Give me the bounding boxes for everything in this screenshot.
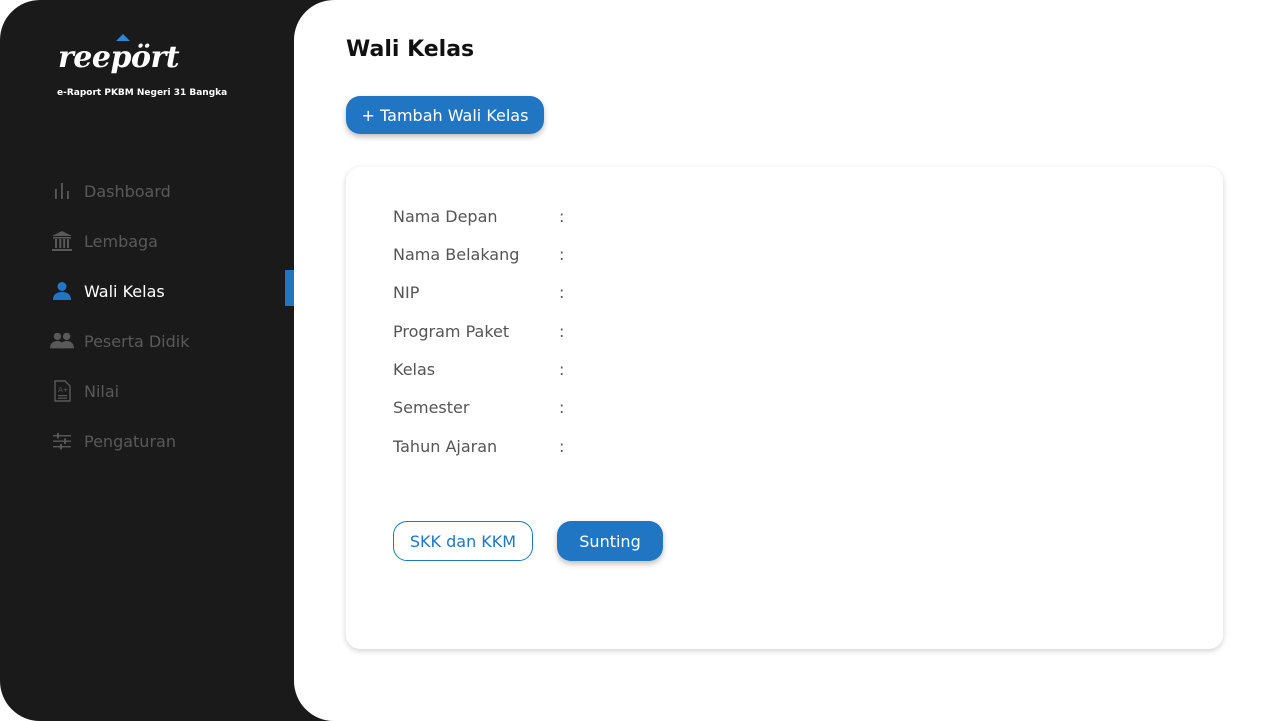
field-separator: : [559,282,565,302]
field-separator: : [559,436,565,456]
field-separator: : [559,321,565,341]
institution-icon [50,229,74,253]
active-indicator [285,270,294,306]
users-icon [50,329,74,353]
sidebar-item-label: Dashboard [84,181,171,201]
field-separator: : [559,244,565,264]
sidebar-item-nilai[interactable]: A+ Nilai [0,366,294,416]
add-wali-kelas-button[interactable]: + Tambah Wali Kelas [346,96,544,134]
user-icon [50,279,74,303]
field-label: Semester [393,397,470,417]
field-separator: : [559,359,565,379]
tagline: e-Raport PKBM Negeri 31 Bangka [57,88,228,98]
field-separator: : [559,206,565,226]
field-kelas: Kelas : [393,357,569,381]
edit-button[interactable]: Sunting [557,521,663,561]
sidebar-nav: Dashboard Lembaga Wali Kelas Peserta Did… [0,166,294,466]
field-label: NIP [393,282,420,302]
sidebar-item-wali-kelas[interactable]: Wali Kelas [0,266,294,316]
page-title: Wali Kelas [346,37,475,62]
sidebar-item-lembaga[interactable]: Lembaga [0,216,294,266]
field-label: Nama Depan [393,206,498,226]
app-frame: reepört e-Raport PKBM Negeri 31 Bangka D… [0,0,1280,721]
main-content: Wali Kelas + Tambah Wali Kelas Nama Depa… [294,0,1280,721]
bar-chart-icon [50,179,74,203]
detail-card: Nama Depan : Nama Belakang : NIP : Progr… [346,167,1223,649]
skk-kkm-button[interactable]: SKK dan KKM [393,521,533,561]
sidebar-item-label: Peserta Didik [84,331,190,351]
field-label: Tahun Ajaran [393,436,498,456]
sidebar-item-pengaturan[interactable]: Pengaturan [0,416,294,466]
logo-text: reepört [58,40,180,75]
field-separator: : [559,397,565,417]
field-label: Nama Belakang [393,244,520,264]
field-nip: NIP : [393,280,569,304]
field-label: Program Paket [393,321,510,341]
sidebar-item-label: Pengaturan [84,431,176,451]
sidebar-item-label: Lembaga [84,231,158,251]
sidebar-item-label: Nilai [84,381,120,401]
field-label: Kelas [393,359,436,379]
field-tahun-ajaran: Tahun Ajaran : [393,434,569,458]
sidebar-item-peserta-didik[interactable]: Peserta Didik [0,316,294,366]
field-program-paket: Program Paket : [393,319,569,343]
sidebar-item-label: Wali Kelas [84,281,165,301]
field-nama-depan: Nama Depan : [393,204,569,228]
field-semester: Semester : [393,395,569,419]
logo-hat-icon [116,34,130,41]
logo: reepört [58,34,180,75]
grade-document-icon: A+ [50,379,74,403]
sliders-icon [50,429,74,453]
svg-text:A+: A+ [58,386,69,394]
field-nama-belakang: Nama Belakang : [393,242,569,266]
sidebar-item-dashboard[interactable]: Dashboard [0,166,294,216]
